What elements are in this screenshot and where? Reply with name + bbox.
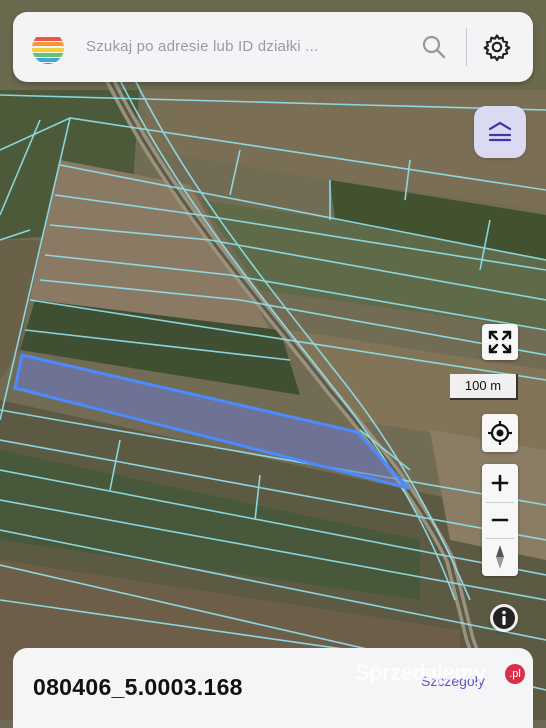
parcel-id: 080406_5.0003.168: [33, 674, 243, 700]
minus-icon[interactable]: [482, 502, 518, 538]
zoom-controls: [482, 464, 518, 576]
compass-icon[interactable]: [482, 538, 518, 576]
watermark-badge: .pl: [505, 664, 525, 684]
info-icon: [493, 607, 515, 629]
crosshair-icon: [488, 421, 512, 445]
search-icon[interactable]: [421, 34, 447, 60]
scale-bar: 100 m: [450, 374, 518, 400]
watermark: Sprzedajemy: [355, 660, 486, 685]
fullscreen-button[interactable]: [482, 324, 518, 360]
app-logo: [32, 32, 64, 64]
search-input[interactable]: Szukaj po adresie lub ID działki ...: [86, 38, 318, 55]
satellite-map[interactable]: [0, 0, 546, 720]
divider: [466, 28, 467, 66]
gear-icon[interactable]: [483, 33, 511, 61]
locate-button[interactable]: [482, 414, 518, 452]
info-button[interactable]: [490, 604, 518, 632]
plus-icon[interactable]: [482, 464, 518, 502]
layers-button[interactable]: [474, 106, 526, 158]
search-bar[interactable]: Szukaj po adresie lub ID działki ...: [13, 12, 533, 82]
layers-icon: [488, 121, 512, 142]
fullscreen-icon: [488, 330, 512, 354]
